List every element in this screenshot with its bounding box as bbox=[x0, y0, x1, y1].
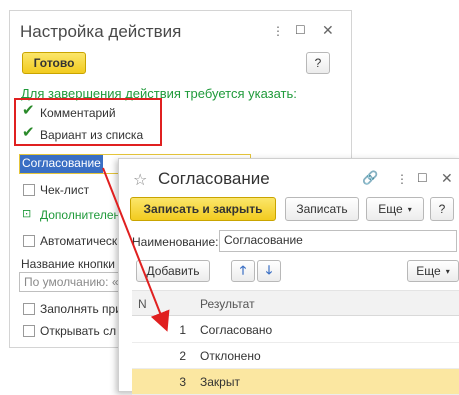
dropdown-arrow-icon: ▾ bbox=[445, 266, 450, 276]
help-button[interactable]: ? bbox=[306, 52, 330, 74]
row-number: 2 bbox=[179, 349, 186, 363]
add-button[interactable]: Добавить bbox=[136, 260, 210, 282]
checklist-label: Чек-лист bbox=[40, 183, 90, 197]
move-up-button[interactable]: 🡑 bbox=[231, 260, 255, 282]
name-label: Наименование: bbox=[132, 235, 219, 249]
additional-link[interactable]: Дополнителен bbox=[40, 208, 120, 222]
table-more-button[interactable]: Еще ▾ bbox=[407, 260, 459, 282]
checklist-checkbox[interactable] bbox=[23, 184, 35, 196]
column-n-header[interactable]: N bbox=[138, 297, 147, 311]
dropdown-arrow-icon: ▾ bbox=[407, 204, 412, 214]
button-name-label: Название кнопки bbox=[21, 257, 115, 271]
fill-checkbox[interactable] bbox=[23, 303, 35, 315]
option-list-variant-label: Вариант из списка bbox=[40, 128, 144, 142]
button-name-input[interactable]: По умолчанию: « bbox=[19, 272, 129, 292]
table-row[interactable]: 1 Согласовано bbox=[132, 317, 459, 343]
more-button[interactable]: Еще ▾ bbox=[366, 197, 424, 221]
ready-button[interactable]: Готово bbox=[22, 52, 86, 74]
row-result: Отклонено bbox=[200, 349, 261, 363]
approval-window-title: Согласование bbox=[158, 169, 270, 188]
automatic-label: Автоматическ bbox=[40, 234, 118, 248]
fill-label: Заполнять при bbox=[40, 302, 122, 316]
expand-icon[interactable]: ⊡ bbox=[22, 207, 31, 220]
name-input[interactable]: Согласование bbox=[219, 230, 457, 252]
table-more-label: Еще bbox=[416, 264, 441, 278]
row-result: Согласовано bbox=[200, 323, 273, 337]
arrow-up-icon: 🡑 bbox=[239, 262, 247, 277]
save-button[interactable]: Записать bbox=[285, 197, 359, 221]
star-icon[interactable]: ☆ bbox=[133, 170, 147, 190]
row-result: Закрыт bbox=[200, 375, 240, 389]
row-number: 3 bbox=[179, 375, 186, 389]
option-comment-label: Комментарий bbox=[40, 106, 116, 120]
checkmark-icon[interactable]: ✔ bbox=[22, 125, 35, 140]
close-icon[interactable]: ✕ bbox=[322, 22, 334, 39]
arrow-down-icon: 🡓 bbox=[265, 262, 273, 277]
link-icon[interactable]: 🔗 bbox=[362, 170, 378, 186]
table-row[interactable]: 2 Отклонено bbox=[132, 343, 459, 369]
maximize-icon[interactable]: ☐ bbox=[295, 23, 306, 37]
checkmark-icon[interactable]: ✔ bbox=[22, 103, 35, 118]
table-header bbox=[132, 290, 459, 316]
variant-selected-value: Согласование bbox=[20, 155, 103, 173]
settings-window-title: Настройка действия bbox=[20, 22, 182, 41]
more-vert-icon[interactable]: ⋮ bbox=[396, 172, 408, 186]
help-button[interactable]: ? bbox=[430, 197, 454, 221]
more-button-label: Еще bbox=[378, 202, 403, 216]
save-and-close-button[interactable]: Записать и закрыть bbox=[130, 197, 276, 221]
table-row-selected[interactable]: 3 Закрыт bbox=[132, 369, 459, 395]
row-number: 1 bbox=[179, 323, 186, 337]
move-down-button[interactable]: 🡓 bbox=[257, 260, 281, 282]
open-checkbox[interactable] bbox=[23, 325, 35, 337]
close-icon[interactable]: ✕ bbox=[441, 170, 453, 187]
open-label: Открывать сл bbox=[40, 324, 117, 338]
column-result-header[interactable]: Результат bbox=[200, 297, 255, 311]
automatic-checkbox[interactable] bbox=[23, 235, 35, 247]
maximize-icon[interactable]: ☐ bbox=[417, 171, 428, 185]
more-vert-icon[interactable]: ⋮ bbox=[272, 24, 284, 38]
